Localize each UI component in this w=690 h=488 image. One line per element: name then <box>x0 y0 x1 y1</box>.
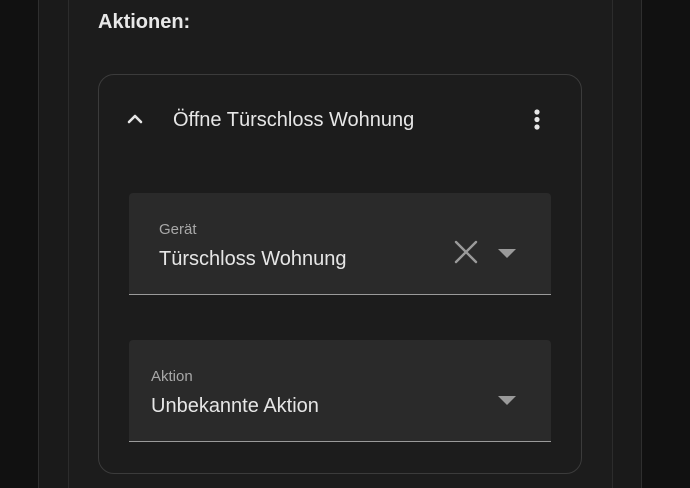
action-card-header[interactable]: Öffne Türschloss Wohnung <box>99 75 581 165</box>
chevron-up-icon <box>127 114 143 124</box>
menu-down-icon <box>498 249 516 258</box>
device-select[interactable]: Gerät Türschloss Wohnung <box>129 193 551 295</box>
menu-down-icon <box>498 396 516 405</box>
dots-vertical-icon <box>534 109 540 130</box>
device-select-label: Gerät <box>159 221 197 238</box>
page: Aktionen: Öffne Türschloss Wohnung Gerät… <box>0 0 690 488</box>
device-select-value: Türschloss Wohnung <box>159 248 347 270</box>
device-dropdown-toggle[interactable] <box>495 243 519 263</box>
clear-device-button[interactable] <box>452 238 480 266</box>
overflow-menu-button[interactable] <box>517 99 557 139</box>
collapse-button[interactable] <box>115 99 155 139</box>
action-card: Öffne Türschloss Wohnung Gerät Türschlos… <box>98 74 582 474</box>
action-dropdown-toggle[interactable] <box>495 390 519 410</box>
action-select-value: Unbekannte Aktion <box>151 395 319 417</box>
action-select-label: Aktion <box>151 368 193 385</box>
close-icon <box>454 240 478 264</box>
section-title: Aktionen: <box>98 11 191 33</box>
action-select[interactable]: Aktion Unbekannte Aktion <box>129 340 551 442</box>
action-card-title: Öffne Türschloss Wohnung <box>173 109 415 131</box>
